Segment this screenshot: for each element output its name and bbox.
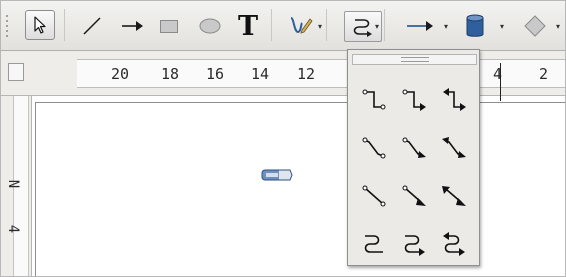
small-graphic-object[interactable]	[261, 167, 293, 183]
3d-objects-tool-button[interactable]	[464, 13, 486, 39]
toolbar-separator	[271, 9, 272, 41]
diamond-icon	[524, 15, 546, 37]
chevron-down-icon: ▾	[443, 21, 448, 31]
standard-connector-arrow-end-button[interactable]	[394, 76, 434, 124]
basic-shapes-tool-button[interactable]	[522, 13, 548, 39]
popup-drag-handle[interactable]	[352, 54, 477, 65]
curved-connector-arrow-end-button[interactable]	[394, 220, 434, 268]
basic-shapes-dropdown-arrow[interactable]: ▾	[554, 21, 562, 31]
drawing-toolbar: T ▾ ▾ ▾ ▾ ▾	[1, 1, 565, 51]
connectors-popup	[347, 49, 480, 266]
straight-connector-button[interactable]	[354, 172, 394, 220]
arrow-line-tool-button[interactable]	[119, 15, 145, 37]
connector-tool-button[interactable]: ▾	[344, 11, 382, 42]
line-icon	[83, 17, 101, 35]
curved-connector-icon	[364, 235, 383, 253]
ellipse-icon	[199, 18, 221, 34]
ruler-label: 12	[297, 65, 316, 83]
curve-tool-button[interactable]	[288, 14, 314, 38]
3d-objects-dropdown-arrow[interactable]: ▾	[498, 21, 506, 31]
ruler-label: 14	[251, 65, 270, 83]
connector-icon	[353, 18, 372, 37]
connectors-grid	[354, 76, 475, 268]
straight-connector-arrows-icon	[442, 186, 466, 206]
chevron-down-icon: ▾	[499, 21, 504, 31]
toolbar-separator	[384, 9, 385, 41]
curved-connector-button[interactable]	[354, 220, 394, 268]
ruler-label: 20	[111, 65, 130, 83]
select-tool-button[interactable]	[25, 10, 55, 40]
standard-connector-icon	[362, 89, 386, 110]
line-connector-icon	[362, 137, 386, 159]
rectangle-icon	[160, 20, 178, 33]
ruler-label: 4	[5, 224, 22, 234]
straight-connector-arrows-button[interactable]	[434, 172, 474, 220]
text-icon: T	[237, 10, 259, 42]
ruler-label: 16	[206, 65, 225, 83]
toolbar-separator	[326, 9, 327, 41]
ellipse-tool-button[interactable]	[197, 15, 223, 37]
straight-connector-arrow-end-button[interactable]	[394, 172, 434, 220]
chevron-down-icon: ▾	[375, 22, 380, 31]
curve-dropdown-arrow[interactable]: ▾	[316, 21, 324, 31]
ruler-label: N	[5, 179, 22, 189]
slide-canvas[interactable]	[35, 102, 565, 276]
arrow-line-icon	[122, 21, 143, 31]
standard-connector-arrows-icon	[443, 88, 466, 111]
ruler-label: 2	[539, 65, 549, 83]
chevron-down-icon: ▾	[555, 21, 560, 31]
line-tool-button[interactable]	[81, 15, 103, 37]
line-connector-button[interactable]	[354, 124, 394, 172]
line-connector-arrow-end-icon	[402, 137, 426, 158]
standard-connector-arrow-end-icon	[402, 89, 426, 111]
standard-connector-arrows-button[interactable]	[434, 76, 474, 124]
curved-connector-arrow-end-icon	[404, 235, 425, 256]
chevron-down-icon: ▾	[317, 21, 322, 31]
lines-arrows-dropdown-arrow[interactable]: ▾	[442, 21, 450, 31]
toolbar-grip[interactable]	[4, 11, 10, 39]
straight-connector-icon	[362, 185, 386, 207]
standard-connector-button[interactable]	[354, 76, 394, 124]
line-connector-arrows-icon	[442, 137, 466, 158]
arrow-line-icon	[407, 21, 433, 31]
ruler-label: 18	[161, 65, 180, 83]
cylinder-icon	[466, 14, 484, 37]
rectangle-tool-button[interactable]	[157, 15, 181, 37]
lines-arrows-tool-button[interactable]	[405, 15, 435, 37]
line-connector-arrow-end-button[interactable]	[394, 124, 434, 172]
curved-connector-arrows-icon	[443, 232, 465, 256]
ruler-corner-tab[interactable]	[8, 63, 24, 81]
line-connector-arrows-button[interactable]	[434, 124, 474, 172]
curved-connector-arrows-button[interactable]	[434, 220, 474, 268]
straight-connector-arrow-end-icon	[402, 185, 426, 206]
pointer-arrow-icon	[34, 16, 46, 34]
ruler-position-marker	[500, 63, 501, 101]
toolbar-separator	[64, 9, 65, 41]
object-thumbnail-icon	[261, 169, 293, 181]
impress-window: T ▾ ▾ ▾ ▾ ▾ 20 18 16 14 12 4 2 N 4	[0, 0, 566, 277]
curve-pen-icon	[290, 17, 313, 34]
horizontal-ruler	[77, 59, 565, 88]
text-tool-button[interactable]: T	[235, 10, 261, 42]
